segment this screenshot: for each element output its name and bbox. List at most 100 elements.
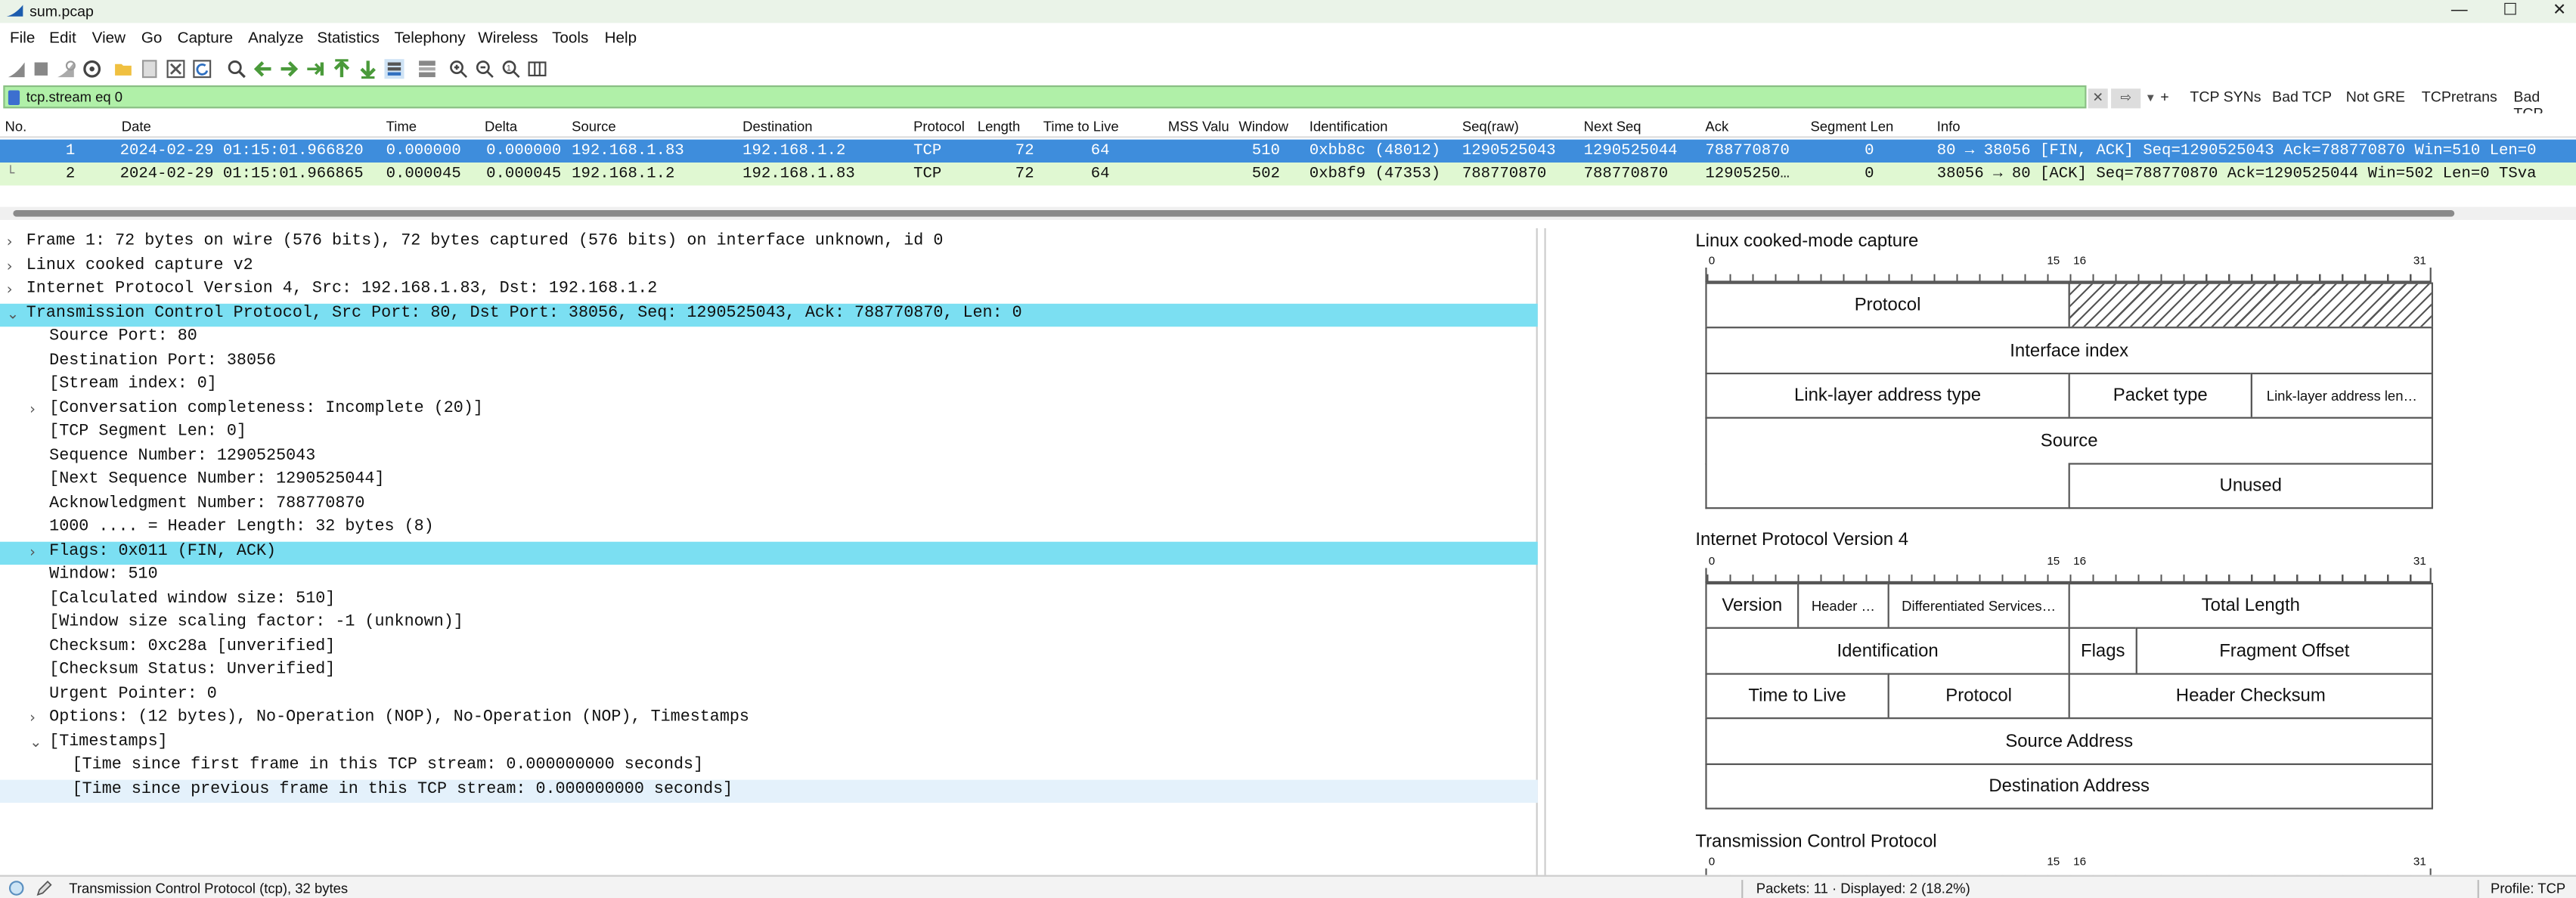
tree-item[interactable]: Acknowledgment Number: 788770870 bbox=[0, 494, 1538, 516]
collapsed-arrow-icon[interactable]: › bbox=[7, 255, 13, 278]
tree-item[interactable]: Checksum: 0xc28a [unverified] bbox=[0, 636, 1538, 659]
add-filter-button[interactable]: + bbox=[2160, 88, 2168, 105]
tree-item[interactable]: Sequence Number: 1290525043 bbox=[0, 446, 1538, 469]
apply-filter-icon[interactable]: ⇨ bbox=[2111, 88, 2141, 109]
save-file-icon[interactable] bbox=[140, 59, 160, 79]
field-packet-type[interactable]: Packet type bbox=[2068, 373, 2252, 419]
tree-item[interactable]: [Time since first frame in this TCP stre… bbox=[0, 755, 1538, 778]
field-ll-address-len[interactable]: Link-layer address len… bbox=[2250, 373, 2433, 419]
filter-history-icon[interactable]: ▾ bbox=[2142, 88, 2159, 108]
tree-item[interactable]: › [Conversation completeness: Incomplete … bbox=[0, 398, 1538, 421]
col-protocol[interactable]: Protocol bbox=[913, 118, 965, 135]
col-source[interactable]: Source bbox=[572, 118, 616, 135]
autoscroll-icon[interactable] bbox=[384, 59, 405, 79]
zoom-out-icon[interactable] bbox=[475, 59, 494, 79]
field-ip-protocol[interactable]: Protocol bbox=[1887, 673, 2070, 720]
resize-columns-icon[interactable] bbox=[527, 59, 547, 79]
tree-item[interactable]: [TCP Segment Len: 0] bbox=[0, 422, 1538, 444]
tree-item[interactable]: [Time since previous frame in this TCP s… bbox=[0, 779, 1538, 802]
menu-tools[interactable]: Tools bbox=[552, 29, 588, 48]
tree-item[interactable]: › Options: (12 bytes), No-Operation (NOP)… bbox=[0, 708, 1538, 730]
menu-view[interactable]: View bbox=[92, 29, 126, 48]
collapsed-arrow-icon[interactable]: › bbox=[29, 708, 36, 730]
tree-item[interactable]: › Internet Protocol Version 4, Src: 192.1… bbox=[0, 279, 1538, 302]
collapsed-arrow-icon[interactable]: › bbox=[29, 541, 36, 564]
filter-button-tcp-syns[interactable]: TCP SYNs bbox=[2190, 88, 2261, 105]
col-window[interactable]: Window bbox=[1238, 118, 1288, 135]
field-unused[interactable]: Unused bbox=[2068, 463, 2433, 509]
col-no[interactable]: No. bbox=[5, 118, 27, 135]
packet-row[interactable]: 1 2024-02-29 01:15:01.966820 0.000000 0.… bbox=[0, 139, 2576, 163]
field-total-length[interactable]: Total Length bbox=[2068, 583, 2433, 629]
menu-help[interactable]: Help bbox=[605, 29, 637, 48]
field-identification[interactable]: Identification bbox=[1705, 627, 2070, 675]
field-source-address[interactable]: Source Address bbox=[1705, 717, 2433, 766]
tree-item[interactable]: Urgent Pointer: 0 bbox=[0, 684, 1538, 707]
tree-item[interactable]: › Linux cooked capture v2 bbox=[0, 255, 1538, 278]
tree-item[interactable]: Destination Port: 38056 bbox=[0, 351, 1538, 373]
tree-item[interactable]: [Next Sequence Number: 1290525044] bbox=[0, 469, 1538, 492]
tree-item[interactable]: ⌄ [Timestamps] bbox=[0, 732, 1538, 754]
expanded-arrow-icon[interactable]: ⌄ bbox=[7, 303, 19, 326]
tree-item[interactable]: Window: 510 bbox=[0, 565, 1538, 587]
field-protocol[interactable]: Protocol bbox=[1705, 282, 2070, 329]
maximize-icon[interactable]: ☐ bbox=[2492, 0, 2528, 23]
field-ttl[interactable]: Time to Live bbox=[1705, 673, 1889, 720]
collapsed-arrow-icon[interactable]: › bbox=[7, 279, 13, 302]
go-forward-icon[interactable] bbox=[279, 59, 299, 79]
reload-file-icon[interactable] bbox=[192, 59, 212, 79]
menu-file[interactable]: File bbox=[10, 29, 35, 48]
field-header-checksum[interactable]: Header Checksum bbox=[2068, 673, 2433, 720]
restart-capture-icon[interactable] bbox=[56, 59, 76, 79]
col-mss[interactable]: MSS Valu bbox=[1168, 118, 1229, 135]
tree-item[interactable]: [Window size scaling factor: -1 (unknown… bbox=[0, 612, 1538, 635]
col-identification[interactable]: Identification bbox=[1310, 118, 1388, 135]
tree-item[interactable]: 1000 .... = Header Length: 32 bytes (8) bbox=[0, 517, 1538, 540]
col-info[interactable]: Info bbox=[1937, 118, 1961, 135]
col-seq-raw[interactable]: Seq(raw) bbox=[1462, 118, 1519, 135]
tree-item[interactable]: [Calculated window size: 510] bbox=[0, 589, 1538, 612]
find-packet-icon[interactable] bbox=[227, 59, 246, 79]
edit-comment-icon[interactable] bbox=[36, 880, 53, 896]
col-length[interactable]: Length bbox=[978, 118, 1020, 135]
collapsed-arrow-icon[interactable]: › bbox=[7, 231, 13, 254]
col-segment-len[interactable]: Segment Len bbox=[1810, 118, 1893, 135]
menu-wireless[interactable]: Wireless bbox=[478, 29, 538, 48]
menu-analyze[interactable]: Analyze bbox=[248, 29, 303, 48]
status-profile[interactable]: Profile: TCP bbox=[2491, 880, 2565, 896]
tree-item[interactable]: › Flags: 0x011 (FIN, ACK) bbox=[0, 540, 1538, 565]
bookmark-icon[interactable] bbox=[8, 90, 20, 105]
capture-options-icon[interactable] bbox=[82, 59, 102, 79]
col-time[interactable]: Time bbox=[386, 118, 417, 135]
col-ttl[interactable]: Time to Live bbox=[1043, 118, 1119, 135]
col-delta[interactable]: Delta bbox=[485, 118, 517, 135]
tree-item[interactable]: › Frame 1: 72 bytes on wire (576 bits), 7… bbox=[0, 231, 1538, 254]
field-dsf[interactable]: Differentiated Services… bbox=[1887, 583, 2070, 629]
go-to-packet-icon[interactable] bbox=[305, 59, 325, 79]
col-date[interactable]: Date bbox=[122, 118, 151, 135]
col-next-seq[interactable]: Next Seq bbox=[1584, 118, 1641, 135]
tree-item[interactable]: [Checksum Status: Unverified] bbox=[0, 660, 1538, 683]
filter-button-not-gre[interactable]: Not GRE bbox=[2346, 88, 2405, 105]
close-icon[interactable]: ✕ bbox=[2541, 0, 2576, 23]
menu-capture[interactable]: Capture bbox=[178, 29, 233, 48]
close-file-icon[interactable] bbox=[166, 59, 185, 79]
clear-filter-icon[interactable]: ✕ bbox=[2088, 88, 2108, 109]
normal-size-icon[interactable]: 1 bbox=[501, 59, 521, 79]
field-fragment-offset[interactable]: Fragment Offset bbox=[2135, 627, 2433, 675]
field-destination-address[interactable]: Destination Address bbox=[1705, 763, 2433, 810]
stop-capture-icon[interactable] bbox=[31, 59, 51, 79]
field-version[interactable]: Version bbox=[1705, 583, 1799, 629]
minimize-icon[interactable]: — bbox=[2441, 0, 2478, 23]
display-filter-input[interactable]: tcp.stream eq 0 ✕ ⇨ ▾ bbox=[3, 85, 2154, 109]
zoom-in-icon[interactable] bbox=[448, 59, 468, 79]
field-header-length[interactable]: Header … bbox=[1797, 583, 1889, 629]
tree-item[interactable]: Source Port: 80 bbox=[0, 327, 1538, 349]
scrollbar-thumb[interactable] bbox=[13, 209, 2455, 217]
go-first-packet-icon[interactable] bbox=[332, 59, 352, 79]
tree-item[interactable]: ⌄ Transmission Control Protocol, Src Port… bbox=[0, 302, 1538, 327]
field-ll-address-type[interactable]: Link-layer address type bbox=[1705, 373, 2070, 419]
col-ack[interactable]: Ack bbox=[1705, 118, 1728, 135]
collapsed-arrow-icon[interactable]: › bbox=[29, 398, 36, 421]
filter-button-tcpretrans[interactable]: TCPretrans bbox=[2422, 88, 2497, 105]
